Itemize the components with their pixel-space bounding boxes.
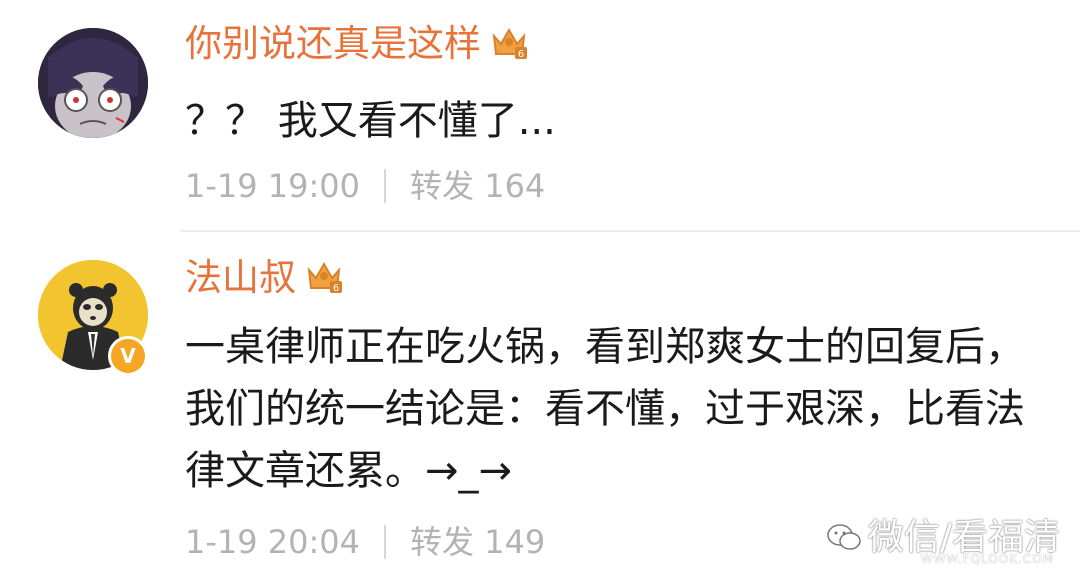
comment-meta: 1-19 19:00 转发 164 bbox=[185, 166, 545, 206]
crown-badge-icon: 6 bbox=[307, 261, 342, 294]
timestamp: 1-19 20:04 bbox=[185, 523, 361, 561]
watermark-url: WWW.FQLOOK.COM bbox=[920, 552, 1054, 566]
comment-meta: 1-19 20:04 转发 149 bbox=[185, 522, 545, 562]
comment-text: 一桌律师正在吃火锅，看到郑爽女士的回复后，我们的统一结论是：看不懂，过于艰深，比… bbox=[185, 324, 1025, 494]
wechat-icon bbox=[827, 524, 861, 550]
timestamp: 1-19 19:00 bbox=[185, 167, 361, 205]
repost-count[interactable]: 149 bbox=[484, 523, 545, 561]
svg-text:6: 6 bbox=[518, 49, 524, 60]
svg-text:6: 6 bbox=[333, 283, 339, 294]
repost-label[interactable]: 转发 bbox=[410, 523, 474, 561]
repost-button[interactable]: 转发 164 bbox=[410, 167, 545, 205]
repost-count[interactable]: 164 bbox=[484, 167, 545, 205]
avatar[interactable] bbox=[38, 28, 148, 138]
username-text[interactable]: 你别说还真是这样 bbox=[185, 22, 481, 65]
crown-badge-icon: 6 bbox=[492, 27, 527, 60]
repost-label[interactable]: 转发 bbox=[410, 167, 474, 205]
comment-list: 你别说还真是这样 6 ？？ 我又看不懂了... 1-19 19:00 转发 164 bbox=[0, 0, 1080, 568]
username[interactable]: 你别说还真是这样 6 bbox=[185, 22, 529, 66]
repost-button[interactable]: 转发 149 bbox=[410, 523, 545, 561]
separator bbox=[384, 525, 387, 559]
separator bbox=[384, 169, 387, 203]
verified-badge-icon: V bbox=[108, 336, 148, 376]
comment-text: ？？ 我又看不懂了... bbox=[185, 98, 556, 144]
username-text[interactable]: 法山叔 bbox=[185, 256, 296, 299]
username[interactable]: 法山叔 6 bbox=[185, 256, 344, 300]
comment-item: 你别说还真是这样 6 ？？ 我又看不懂了... 1-19 19:00 转发 164 bbox=[0, 0, 1080, 230]
anime-avatar-icon bbox=[38, 28, 148, 138]
